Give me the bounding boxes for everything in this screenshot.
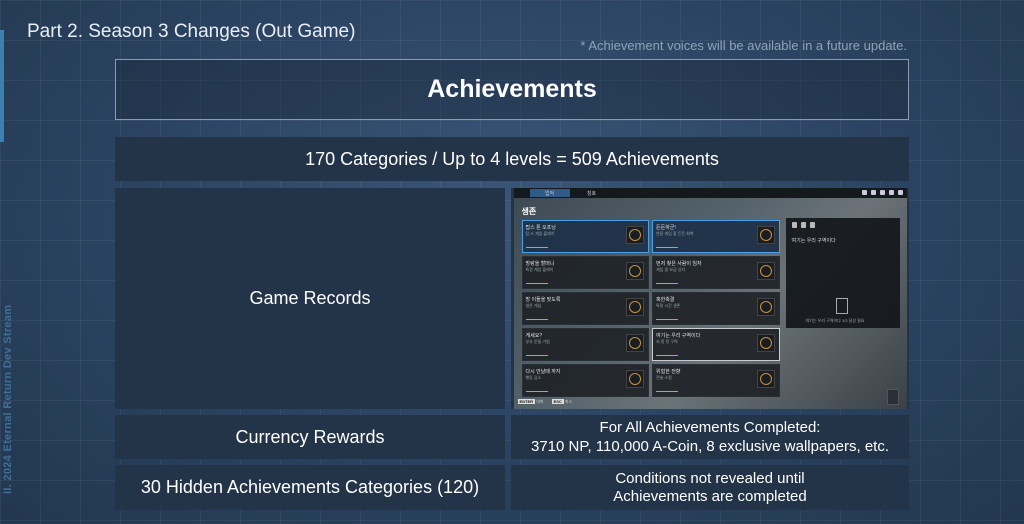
avatar-icon xyxy=(886,389,899,405)
card-progress-bar xyxy=(656,318,678,320)
achievement-card: 방 이들을 맞도록 생존 게임 xyxy=(521,292,649,325)
card-progress-bar xyxy=(525,282,548,284)
panel-title: 여기는 우리 구역이다 xyxy=(791,238,836,244)
game-tab-titles: 칭호 xyxy=(586,190,597,197)
part-title: Part 2. Season 3 Changes (Out Game) xyxy=(27,21,356,42)
hidden-detail: Conditions not revealed until Achievemen… xyxy=(511,465,909,510)
card-title: 방 이들을 맞도록 xyxy=(525,297,561,303)
card-progress-bar xyxy=(656,282,678,284)
card-title: 게세요? xyxy=(525,333,543,339)
achievement-card: 탑스 톤 오프닝 탑 스 게임 플레이 xyxy=(521,220,649,253)
card-subtitle: 지 정 된 구역 xyxy=(656,339,678,344)
currency-line-2: 3710 NP, 110,000 A-Coin, 8 exclusive wal… xyxy=(531,438,889,455)
game-top-icons xyxy=(861,190,903,195)
summary-row: 170 Categories / Up to 4 levels = 509 Ac… xyxy=(115,137,909,181)
key-hint: ESC 취소 xyxy=(551,399,573,404)
card-progress-bar xyxy=(525,246,548,248)
card-subtitle: 특정 시간 생존 xyxy=(656,303,681,308)
medal-icon xyxy=(756,262,775,280)
card-subtitle: 게임 중 보급 상자 xyxy=(656,267,686,272)
card-progress-bar xyxy=(656,390,678,392)
card-title: 방랑을 할머니 xyxy=(525,261,555,267)
game-screenshot: 업적 칭호 생존 탑스 톤 오프닝 탑 스 게임 플레이 든든하군! 연달 게임 중 … xyxy=(513,188,907,409)
lock-icon xyxy=(835,298,848,314)
card-subtitle: 탑 스 게임 플레이 xyxy=(525,231,555,236)
achievement-card: 먼저 찾은 사람이 임자 게임 중 보급 상자 xyxy=(652,256,780,289)
game-records-row: Game Records 업적 칭호 생존 탑스 톤 오프닝 탑 스 게임 플레이… xyxy=(115,188,909,409)
achievement-card: 위험한 전향 전술 스킬 xyxy=(652,364,780,397)
card-progress-bar xyxy=(656,246,678,248)
card-subtitle: 생존 게임 xyxy=(525,303,542,308)
voice-note: * Achievement voices will be available i… xyxy=(580,38,907,53)
page-title: Achievements xyxy=(427,75,597,103)
medal-icon xyxy=(756,370,775,388)
card-title: 먼저 찾은 사람이 임자 xyxy=(656,261,702,267)
medal-icon xyxy=(626,262,644,280)
currency-row: Currency Rewards For All Achievements Co… xyxy=(115,415,909,459)
side-label: II. 2024 Eternal Return Dev Stream xyxy=(2,304,14,494)
hidden-line-2: Achievements are completed xyxy=(613,487,807,505)
achievement-card: 혹한축결 특정 시간 생존 xyxy=(652,292,780,325)
card-progress-bar xyxy=(525,318,548,320)
card-progress-bar xyxy=(525,390,548,392)
game-records-label: Game Records xyxy=(115,188,505,409)
panel-footer: 여기는 우리 구역이다 1/3 달성 필요 xyxy=(805,318,865,323)
medal-icon xyxy=(756,334,775,352)
currency-detail: For All Achievements Completed: 3710 NP,… xyxy=(511,415,909,459)
medal-icon xyxy=(626,370,644,388)
hidden-label: 30 Hidden Achievements Categories (120) xyxy=(115,465,505,510)
card-subtitle: 부유 준을 가림 xyxy=(525,339,550,344)
medal-icon xyxy=(626,334,644,352)
medal-icon xyxy=(756,298,775,316)
game-key-hints: ENTER 대화 ESC 취소 xyxy=(517,399,573,405)
game-tab-achievements: 업적 xyxy=(529,189,570,197)
left-accent-bar xyxy=(0,30,4,142)
card-title: 든든하군! xyxy=(656,225,676,231)
achievement-card: 방랑을 할머니 특정 게임 플레이 xyxy=(521,256,649,289)
summary-text: 170 Categories / Up to 4 levels = 509 Ac… xyxy=(305,148,719,169)
game-records-screenshot-cell: 업적 칭호 생존 탑스 톤 오프닝 탑 스 게임 플레이 든든하군! 연달 게임 중 … xyxy=(511,188,909,409)
card-subtitle: 특정 게임 플레이 xyxy=(525,267,554,272)
achievement-card-grid: 탑스 톤 오프닝 탑 스 게임 플레이 든든하군! 연달 게임 중 든든 회복 방랑을 … xyxy=(521,220,780,397)
card-title: 탑스 톤 오프닝 xyxy=(525,225,556,231)
key-hint: ENTER 대화 xyxy=(517,399,544,404)
achievement-card: 다시 안날때 까지 행동 감소 xyxy=(521,364,649,397)
card-title: 다시 안날때 까지 xyxy=(525,369,561,375)
achievement-card: 든든하군! 연달 게임 중 든든 회복 xyxy=(652,220,780,253)
card-title: 여기는 우리 구역이다 xyxy=(656,333,701,339)
card-subtitle: 연달 게임 중 든든 회복 xyxy=(656,231,694,236)
card-title: 혹한축결 xyxy=(656,297,675,303)
card-progress-bar xyxy=(525,354,548,356)
hidden-row: 30 Hidden Achievements Categories (120) … xyxy=(115,465,909,510)
medal-icon xyxy=(626,298,644,316)
achievement-detail-panel: 여기는 우리 구역이다 여기는 우리 구역이다 1/3 달성 필요 xyxy=(785,218,900,328)
achievements-header: Achievements xyxy=(115,59,909,120)
game-category-title: 생존 xyxy=(521,207,537,216)
achievement-card: 게세요? 부유 준을 가림 xyxy=(521,328,649,361)
card-subtitle: 전술 스킬 xyxy=(656,375,672,380)
panel-level-tabs xyxy=(791,222,815,228)
card-progress-bar xyxy=(656,354,678,356)
currency-line-1: For All Achievements Completed: xyxy=(599,419,821,436)
card-subtitle: 행동 감소 xyxy=(525,375,542,380)
hidden-line-1: Conditions not revealed until xyxy=(615,469,805,487)
currency-label: Currency Rewards xyxy=(115,415,505,459)
medal-icon xyxy=(626,226,644,244)
medal-icon xyxy=(756,226,775,244)
card-title: 위험한 전향 xyxy=(656,369,681,375)
achievement-card: 여기는 우리 구역이다 지 정 된 구역 xyxy=(652,328,780,361)
